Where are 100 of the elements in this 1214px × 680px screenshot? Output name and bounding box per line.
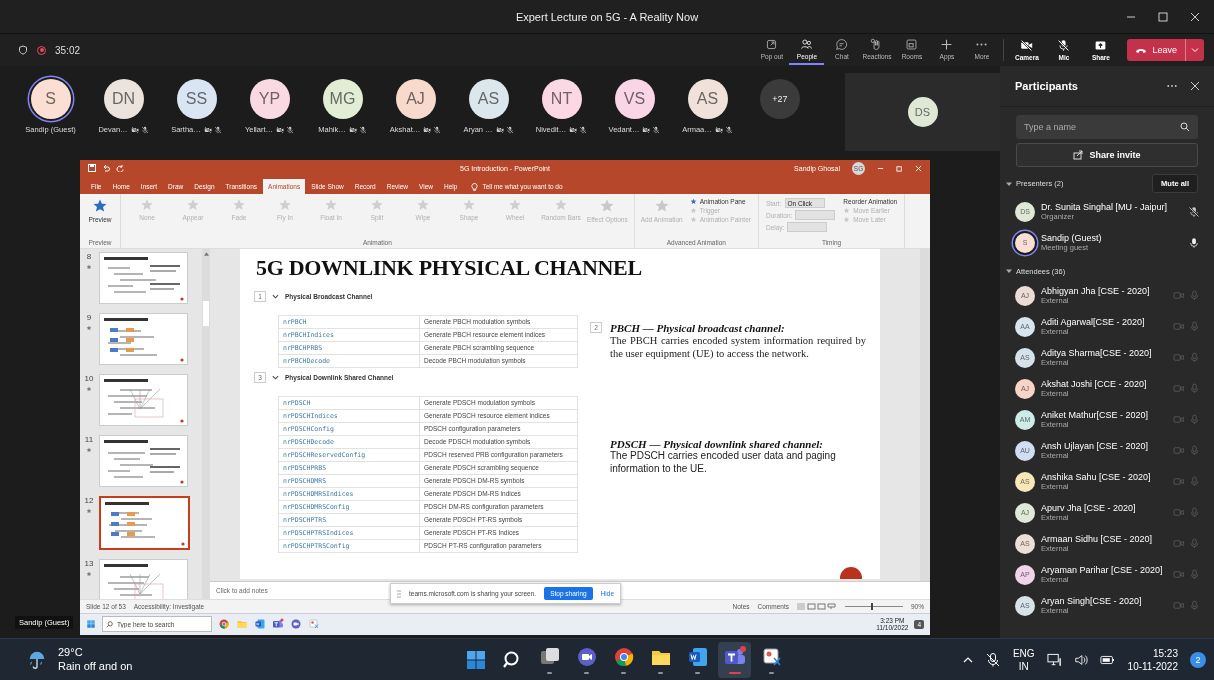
slide-number: 11	[84, 434, 94, 444]
scroll-up-icon	[203, 251, 209, 256]
star-icon	[86, 385, 92, 392]
share-icon	[1073, 150, 1084, 160]
camera-off-icon	[203, 125, 212, 134]
slide-title: 5G DOWNLINK PHYSICAL CHANNEL	[256, 254, 643, 281]
teams-icon[interactable]	[272, 618, 284, 631]
camera-off-icon	[348, 125, 357, 134]
mic-off-icon	[579, 125, 588, 134]
participant-name: Akshat Joshi [CCE - 2020]	[1041, 379, 1148, 389]
participant-name: Aditi Agarwal[CSE - 2020]	[1041, 317, 1146, 327]
star-icon	[554, 198, 568, 213]
participant-name: Sandip (Guest)	[1041, 233, 1103, 243]
mic-off-icon[interactable]	[984, 651, 1001, 668]
star-icon	[416, 198, 430, 213]
avatar: NT	[541, 79, 582, 119]
star-icon	[370, 198, 384, 213]
camera-icon	[1173, 538, 1184, 549]
camera-off-icon	[569, 125, 578, 134]
mic-off-icon	[358, 125, 367, 134]
view-buttons-icon	[797, 602, 837, 610]
camera-icon	[1173, 507, 1184, 518]
search-icon	[1180, 122, 1190, 132]
chevron-down-icon	[272, 293, 279, 301]
mic-off-icon	[652, 125, 661, 134]
maximize-icon[interactable]	[1158, 11, 1168, 22]
avatar: AS	[468, 79, 509, 119]
clock[interactable]: 15:23 10-11-2022	[1127, 646, 1178, 673]
microphone-icon	[1188, 236, 1200, 249]
participant-name: Apurv Jha [CSE - 2020]	[1041, 503, 1137, 513]
camera-icon	[1173, 352, 1184, 363]
window-title: Expert Lecture on 5G - A Reality Now	[515, 10, 699, 23]
star-icon	[508, 198, 522, 213]
mic-off-icon	[1057, 39, 1071, 52]
share-invite-button[interactable]: Share invite	[1016, 143, 1198, 167]
phone-icon	[1135, 46, 1148, 54]
overflow-count[interactable]: +27	[760, 79, 800, 119]
word-icon[interactable]	[254, 618, 266, 631]
slide-thumbnail[interactable]	[99, 495, 190, 550]
avatar: YP	[249, 79, 290, 119]
restore-icon[interactable]	[896, 164, 903, 172]
avatar: VS	[614, 79, 655, 119]
search-field[interactable]: Type a name	[1016, 115, 1198, 139]
notification-badge[interactable]: 2	[1190, 651, 1206, 668]
slide-number: 10	[84, 373, 94, 383]
mic-icon	[1189, 569, 1200, 580]
participant-name: Ansh Ujlayan [CSE - 2020]	[1041, 441, 1150, 451]
close-icon[interactable]	[1190, 11, 1200, 22]
plus-icon	[940, 38, 954, 51]
definition-text: The PDSCH carries encoded user data and paging information to the UE.	[610, 450, 837, 476]
redo-icon	[116, 164, 124, 173]
camera-icon	[1173, 290, 1184, 301]
camera-off-icon	[276, 125, 285, 134]
panel-title: Participants	[1015, 80, 1078, 92]
camera-off-icon	[714, 125, 723, 134]
star-icon	[86, 263, 92, 270]
camera-off-icon	[495, 125, 504, 134]
input-field[interactable]	[795, 210, 836, 221]
people-icon	[800, 38, 814, 51]
weather-condition: Rain off and on	[58, 659, 133, 674]
network-icon[interactable]	[1046, 652, 1062, 667]
windows-logo-icon[interactable]	[86, 619, 96, 630]
camera-icon	[1173, 445, 1184, 456]
star-icon	[186, 198, 200, 213]
camera-icon	[1173, 414, 1184, 425]
close-icon[interactable]	[1190, 81, 1200, 91]
avatar: DS	[907, 97, 938, 127]
mic-icon	[1189, 383, 1200, 394]
camera-icon	[1173, 569, 1184, 580]
scrollbar-thumb[interactable]	[203, 300, 209, 326]
mic-off-icon	[505, 125, 514, 134]
video-camera-icon[interactable]	[290, 618, 302, 631]
scrollbar[interactable]	[920, 248, 930, 581]
language-indicator[interactable]: ENG IN	[1012, 646, 1035, 673]
mic-off-icon	[213, 125, 222, 134]
snipping-tool-icon[interactable]	[308, 618, 320, 631]
undo-icon	[102, 164, 110, 173]
participant-name: Aryan Singh[CSE - 2020]	[1041, 596, 1143, 606]
caret-down-icon[interactable]	[1006, 268, 1012, 274]
slide-number: 12	[84, 495, 94, 505]
camera-icon	[1173, 600, 1184, 611]
star-icon	[232, 198, 246, 213]
rooms-icon	[905, 38, 919, 51]
avatar: SS	[176, 79, 217, 119]
avatar: S	[30, 79, 71, 119]
mic-off-icon	[724, 125, 733, 134]
taskbar-app[interactable]	[718, 641, 752, 678]
shield-icon	[18, 45, 28, 55]
input-field[interactable]	[787, 222, 828, 233]
star-icon	[140, 198, 154, 213]
camera-icon	[1173, 476, 1184, 487]
leave-button[interactable]: Leave	[1127, 39, 1185, 61]
meeting-timer: 35:02	[55, 44, 81, 56]
participant-name: Aditya Sharma[CSE - 2020]	[1041, 348, 1153, 358]
camera-off-icon	[642, 125, 651, 134]
mic-icon	[1189, 321, 1200, 332]
browser-icon[interactable]	[218, 618, 230, 631]
volume-icon[interactable]	[1073, 652, 1088, 667]
slide-number: 13	[84, 558, 94, 568]
caret-down-icon[interactable]	[1006, 180, 1012, 187]
